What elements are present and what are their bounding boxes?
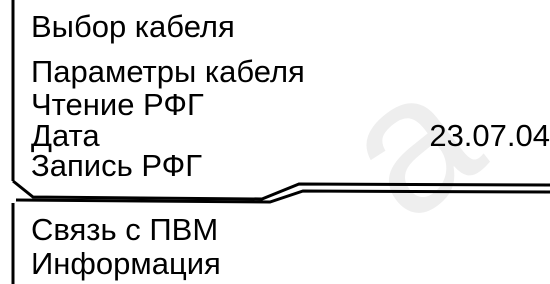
menu-item-cable-select[interactable]: Выбор кабеля [31,10,235,43]
menu-item-pc-link[interactable]: Связь с ПВМ [31,213,218,246]
menu-item-read-rfg[interactable]: Чтение РФГ [31,88,204,121]
menu-item-write-rfg[interactable]: Запись РФГ [31,149,202,182]
lcd-menu-screen: а БГ Выбор кабеля Параметры кабеля Чтени… [0,0,550,284]
menu-item-information[interactable]: Информация [31,247,221,280]
menu-item-cable-parameters[interactable]: Параметры кабеля [31,55,305,88]
date-value: 23.07.04 [429,118,550,153]
